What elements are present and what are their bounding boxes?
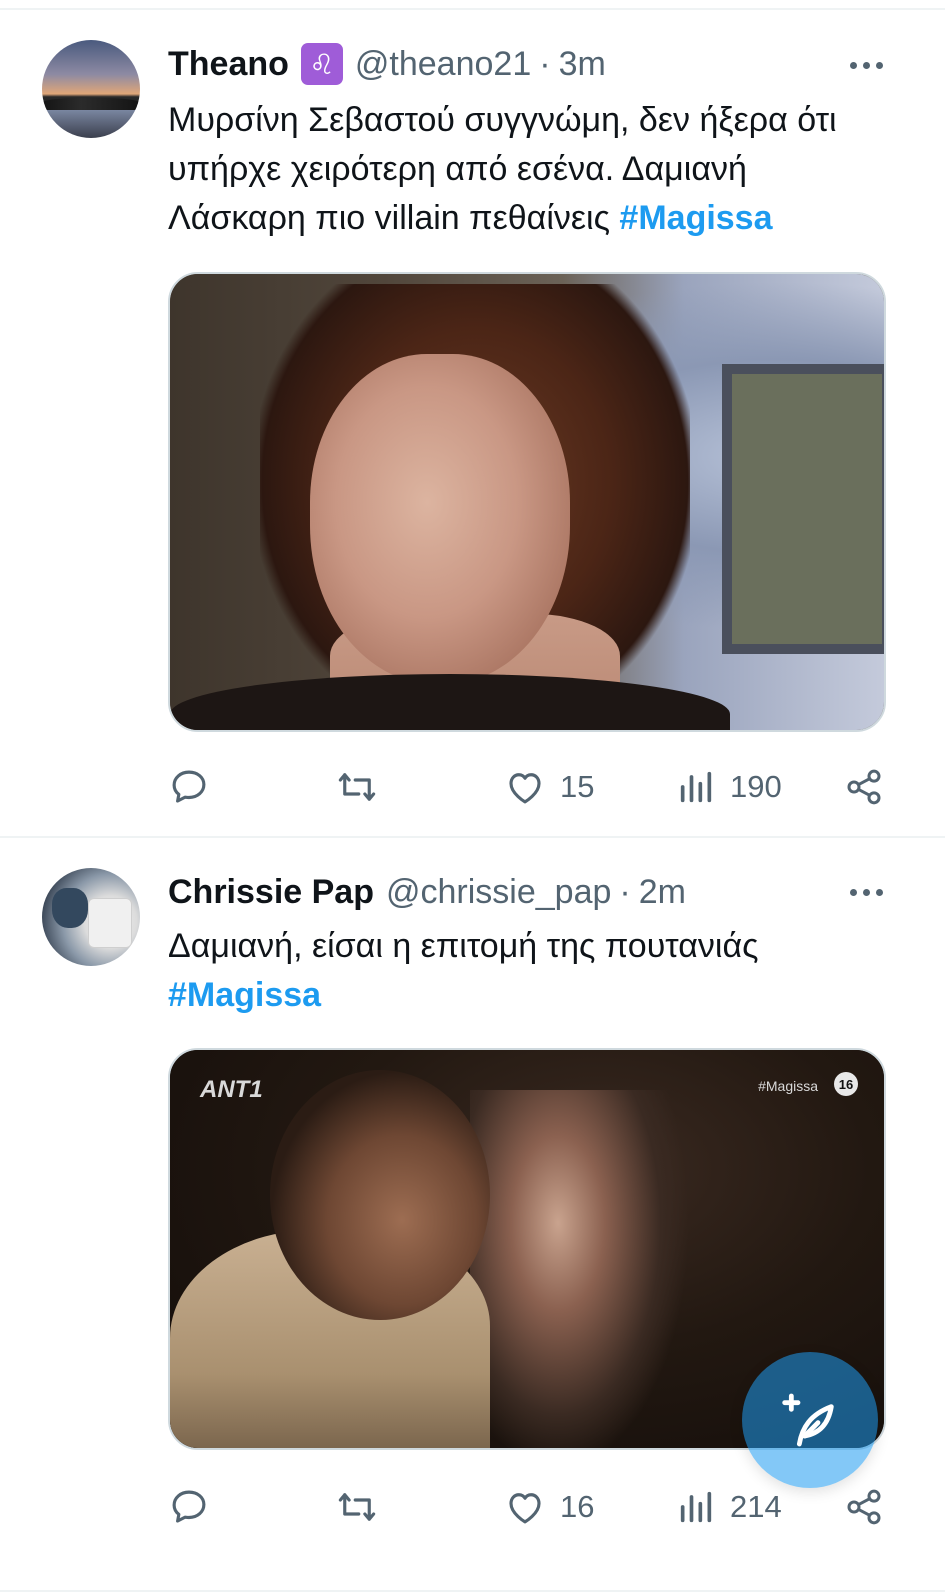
views-count: 190 [730, 769, 782, 804]
separator: · [539, 44, 551, 83]
retweet-icon [338, 1493, 376, 1521]
views-button[interactable]: 190 [676, 764, 782, 810]
share-button[interactable] [844, 764, 884, 810]
image-man-head [270, 1070, 490, 1320]
timestamp[interactable]: 2m [639, 873, 686, 912]
picture-frame [722, 364, 884, 654]
retweet-button[interactable] [334, 764, 380, 810]
views-button[interactable]: 214 [676, 1484, 782, 1530]
tweet-image[interactable] [168, 272, 886, 732]
views-icon [680, 771, 712, 803]
leo-badge-icon: ♌ [300, 43, 343, 85]
bottom-divider [0, 1590, 945, 1592]
user-handle[interactable]: @theano21 [355, 45, 531, 84]
retweet-icon [338, 773, 376, 801]
timestamp[interactable]: 3m [559, 45, 606, 84]
display-name[interactable]: Chrissie Pap [168, 873, 374, 912]
reply-button[interactable] [168, 764, 210, 810]
views-count: 214 [730, 1489, 782, 1524]
reply-icon [172, 1490, 206, 1523]
avatar-cat [52, 888, 88, 928]
display-name[interactable]: Theano [168, 45, 289, 84]
share-icon [847, 1489, 881, 1525]
like-icon [509, 773, 541, 804]
age-rating-badge: 16 [834, 1072, 858, 1096]
like-count: 16 [560, 1489, 595, 1524]
hashtag-link[interactable]: #Magissa [168, 971, 868, 1020]
tweet-body: Δαμιανή, είσαι η επιτομή της πουτανιάς [168, 927, 759, 965]
like-count: 15 [560, 769, 595, 804]
compose-icon [782, 1393, 834, 1447]
avatar[interactable] [42, 868, 140, 966]
more-icon[interactable] [850, 59, 883, 71]
avatar[interactable] [42, 40, 140, 138]
share-button[interactable] [844, 1484, 884, 1530]
like-button[interactable]: 15 [504, 764, 594, 810]
retweet-button[interactable] [334, 1484, 380, 1530]
channel-logo: ANT1 [200, 1076, 263, 1103]
avatar-laptop [88, 898, 132, 948]
views-icon [680, 1491, 712, 1523]
image-woman [470, 1090, 690, 1448]
tweet-text: Μυρσίνη Σεβαστού συγγνώμη, δεν ήξερα ότι… [168, 96, 868, 243]
overlay-hashtag: #Magissa [758, 1078, 818, 1094]
reply-button[interactable] [168, 1484, 210, 1530]
reply-icon [172, 770, 206, 803]
more-icon[interactable] [850, 886, 883, 898]
share-icon [847, 769, 881, 805]
tweet-actions: 15 190 [168, 764, 886, 810]
tweet-header: Chrissie Pap @chrissie_pap · 2m [168, 870, 686, 914]
like-icon [509, 1493, 541, 1524]
timeline-feed: Theano ♌ @theano21 · 3m Μυρσίνη Σεβαστού… [0, 0, 945, 1596]
separator: · [619, 872, 631, 911]
like-button[interactable]: 16 [504, 1484, 594, 1530]
compose-button[interactable] [742, 1352, 878, 1488]
image-face [310, 354, 570, 684]
hashtag-link[interactable]: #Magissa [619, 199, 772, 237]
tweet[interactable]: Theano ♌ @theano21 · 3m Μυρσίνη Σεβαστού… [0, 0, 945, 836]
tweet-text: Δαμιανή, είσαι η επιτομή της πουτανιάς #… [168, 922, 868, 1020]
tweet-header: Theano ♌ @theano21 · 3m [168, 42, 606, 86]
user-handle[interactable]: @chrissie_pap [386, 873, 611, 912]
tweet-actions: 16 214 [168, 1484, 886, 1530]
